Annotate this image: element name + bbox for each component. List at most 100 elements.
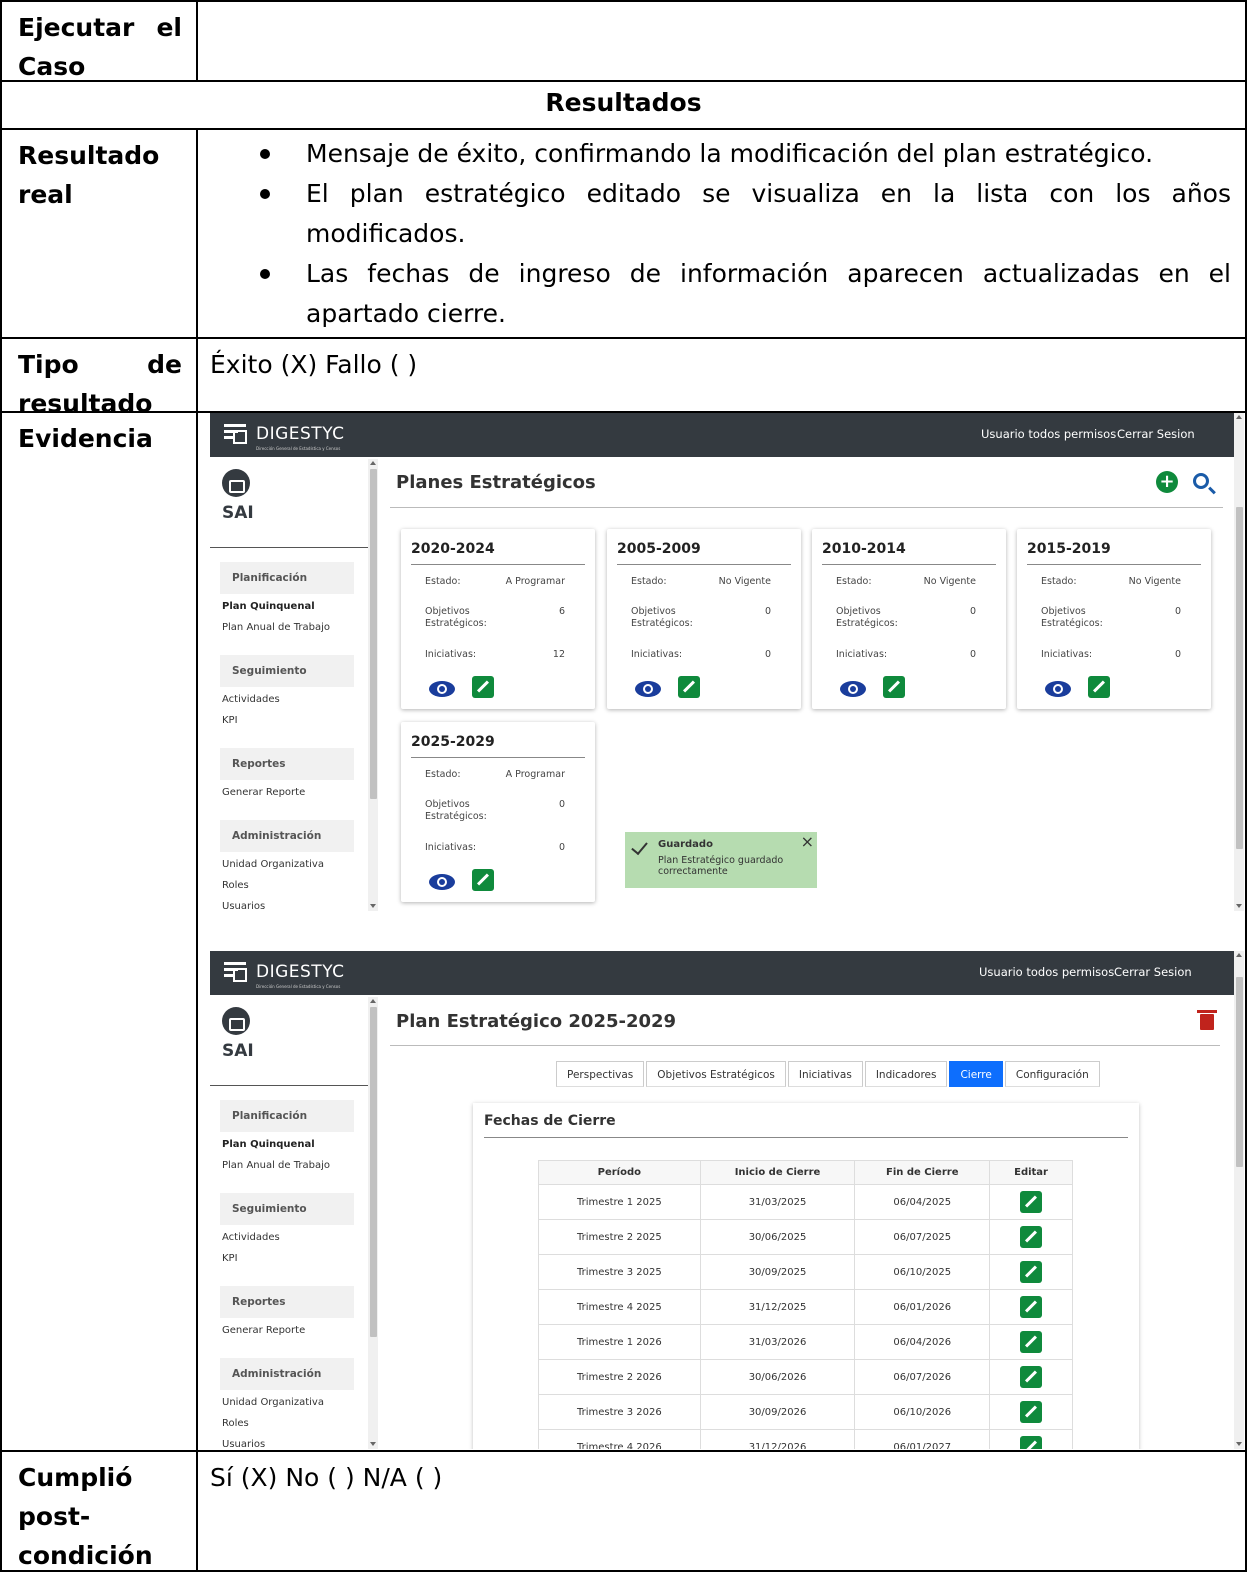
- cierre-table: Período Inicio de Cierre Fin de Cierre E…: [538, 1160, 1073, 1449]
- panel-title: Fechas de Cierre: [484, 1113, 616, 1129]
- sidebar-item-unidad[interactable]: Unidad Organizativa: [222, 859, 324, 870]
- sidebar-group-administracion[interactable]: Administración: [220, 820, 354, 852]
- tab-cierre[interactable]: Cierre: [949, 1061, 1003, 1087]
- screenshot-planes: DIGESTYC Dirección General de Estadístic…: [210, 413, 1244, 911]
- column-header: Inicio de Cierre: [699, 1160, 856, 1185]
- view-eye-icon[interactable]: [429, 874, 455, 890]
- sidebar-item-actividades[interactable]: Actividades: [222, 694, 280, 705]
- sidebar-item-plan-quinquenal[interactable]: Plan Quinquenal: [222, 601, 315, 612]
- edit-pencil-icon[interactable]: [1020, 1296, 1043, 1318]
- sidebar: SAI Planificación Plan Quinquenal Plan A…: [210, 995, 382, 1449]
- sai-logo-icon: [222, 1007, 250, 1035]
- page-scrollbar[interactable]: [1234, 951, 1244, 1449]
- sidebar-group-reportes[interactable]: Reportes: [220, 1286, 354, 1318]
- table-row: Trimestre 1 2026 31/03/2026 06/04/2026: [538, 1324, 1073, 1360]
- sidebar-item-actividades[interactable]: Actividades: [222, 1232, 280, 1243]
- edit-pencil-icon[interactable]: [1020, 1226, 1043, 1248]
- sidebar-item-roles[interactable]: Roles: [222, 880, 249, 891]
- cierre-panel: Fechas de Cierre Período Inicio de Cierr…: [473, 1103, 1139, 1449]
- sidebar-item-plan-anual[interactable]: Plan Anual de Trabajo: [222, 622, 330, 633]
- sidebar-scrollbar[interactable]: [368, 459, 378, 911]
- table-row: Trimestre 1 2025 31/03/2025 06/04/2025: [538, 1184, 1073, 1220]
- sidebar-group-administracion[interactable]: Administración: [220, 1358, 354, 1390]
- ejecutar-value: [196, 0, 1247, 82]
- sidebar-group-seguimiento[interactable]: Seguimiento: [220, 1193, 354, 1225]
- sidebar-item-plan-quinquenal[interactable]: Plan Quinquenal: [222, 1139, 315, 1150]
- page-scrollbar[interactable]: [1234, 413, 1244, 911]
- tab-iniciativas[interactable]: Iniciativas: [787, 1061, 863, 1087]
- sidebar-item-usuarios[interactable]: Usuarios: [222, 901, 265, 911]
- edit-pencil-icon[interactable]: [1020, 1331, 1043, 1353]
- sidebar-item-generar-reporte[interactable]: Generar Reporte: [222, 787, 305, 798]
- edit-pencil-icon[interactable]: [1020, 1436, 1043, 1449]
- tab-perspectivas[interactable]: Perspectivas: [556, 1061, 645, 1087]
- edit-pencil-icon[interactable]: [472, 676, 494, 698]
- sidebar-group-planificacion[interactable]: Planificación: [220, 562, 354, 594]
- user-link[interactable]: Usuario todos permisos: [981, 427, 1116, 441]
- plan-card: 2025-2029 Estado: A Programar Objetivos E…: [401, 722, 595, 902]
- sidebar: SAI Planificación Plan Quinquenal Plan A…: [210, 457, 382, 911]
- column-header: Fin de Cierre: [854, 1160, 991, 1185]
- resultado-real-label: Resultado real: [0, 128, 198, 339]
- edit-pencil-icon[interactable]: [883, 676, 905, 698]
- digestyc-logo: DIGESTYC Dirección General de Estadístic…: [224, 960, 345, 989]
- table-row: Trimestre 3 2025 30/09/2025 06/10/2025: [538, 1254, 1073, 1290]
- logout-link[interactable]: Cerrar Sesion: [1114, 965, 1192, 979]
- sidebar-item-plan-anual[interactable]: Plan Anual de Trabajo: [222, 1160, 330, 1171]
- column-header: Período: [538, 1160, 701, 1185]
- tab-configuracion[interactable]: Configuración: [1004, 1061, 1100, 1087]
- view-eye-icon[interactable]: [1045, 681, 1071, 697]
- edit-pencil-icon[interactable]: [1020, 1401, 1043, 1423]
- delete-trash-icon[interactable]: [1197, 1010, 1217, 1030]
- evidencia-label: Evidencia: [0, 411, 198, 1452]
- tipo-label: Tipo de resultado: [0, 337, 198, 413]
- screenshot-cierre: DIGESTYC Dirección General de Estadístic…: [210, 951, 1244, 1449]
- edit-pencil-icon[interactable]: [678, 676, 700, 698]
- sidebar-item-generar-reporte[interactable]: Generar Reporte: [222, 1325, 305, 1336]
- search-icon[interactable]: [1193, 473, 1209, 489]
- logo-icon: [224, 422, 254, 446]
- plan-card: 2005-2009 Estado: No Vigente Objetivos Es…: [607, 529, 801, 709]
- sidebar-item-kpi[interactable]: KPI: [222, 1253, 238, 1264]
- sidebar-item-unidad[interactable]: Unidad Organizativa: [222, 1397, 324, 1408]
- edit-pencil-icon[interactable]: [1020, 1191, 1043, 1213]
- close-icon[interactable]: ×: [801, 832, 814, 851]
- plan-card: 2010-2014 Estado: No Vigente Objetivos Es…: [812, 529, 1006, 709]
- sidebar-item-kpi[interactable]: KPI: [222, 715, 238, 726]
- table-row: Trimestre 3 2026 30/09/2026 06/10/2026: [538, 1394, 1073, 1430]
- table-row: Trimestre 2 2025 30/06/2025 06/07/2025: [538, 1219, 1073, 1255]
- user-link[interactable]: Usuario todos permisos: [979, 965, 1114, 979]
- table-row: Trimestre 4 2026 31/12/2026 06/01/2027: [538, 1429, 1073, 1449]
- edit-pencil-icon[interactable]: [1020, 1261, 1043, 1283]
- resultado-real-list: Mensaje de éxito, confirmando la modific…: [198, 130, 1245, 334]
- tab-objetivos[interactable]: Objetivos Estratégicos: [646, 1061, 786, 1087]
- plan-tabs: Perspectivas Objetivos Estratégicos Inic…: [556, 1061, 1102, 1087]
- view-eye-icon[interactable]: [429, 681, 455, 697]
- check-icon: [631, 837, 648, 856]
- view-eye-icon[interactable]: [840, 681, 866, 697]
- resultados-header: Resultados: [0, 80, 1247, 130]
- sidebar-group-reportes[interactable]: Reportes: [220, 748, 354, 780]
- top-bar: DIGESTYC Dirección General de Estadístic…: [210, 951, 1244, 995]
- edit-pencil-icon[interactable]: [472, 869, 494, 891]
- ejecutar-label: Ejecutar el Caso: [0, 0, 198, 82]
- sidebar-item-usuarios[interactable]: Usuarios: [222, 1439, 265, 1449]
- view-eye-icon[interactable]: [635, 681, 661, 697]
- list-item: El plan estratégico editado se visualiza…: [218, 174, 1231, 254]
- page-title: Plan Estratégico 2025-2029: [396, 1011, 677, 1032]
- sidebar-group-planificacion[interactable]: Planificación: [220, 1100, 354, 1132]
- sidebar-group-seguimiento[interactable]: Seguimiento: [220, 655, 354, 687]
- logout-link[interactable]: Cerrar Sesion: [1117, 427, 1195, 441]
- cumplio-value: Sí (X) No ( ) N/A ( ): [196, 1450, 1247, 1572]
- cumplio-label: Cumplió post-condición: [0, 1450, 198, 1572]
- add-plan-button[interactable]: +: [1156, 471, 1178, 493]
- list-item: Mensaje de éxito, confirmando la modific…: [218, 134, 1231, 174]
- logo-icon: [224, 960, 254, 984]
- resultado-real-value: Mensaje de éxito, confirmando la modific…: [196, 128, 1247, 339]
- edit-pencil-icon[interactable]: [1088, 676, 1110, 698]
- edit-pencil-icon[interactable]: [1020, 1366, 1043, 1388]
- tipo-value: Éxito (X) Fallo ( ): [196, 337, 1247, 413]
- tab-indicadores[interactable]: Indicadores: [864, 1061, 948, 1087]
- sidebar-item-roles[interactable]: Roles: [222, 1418, 249, 1429]
- sidebar-scrollbar[interactable]: [368, 997, 378, 1449]
